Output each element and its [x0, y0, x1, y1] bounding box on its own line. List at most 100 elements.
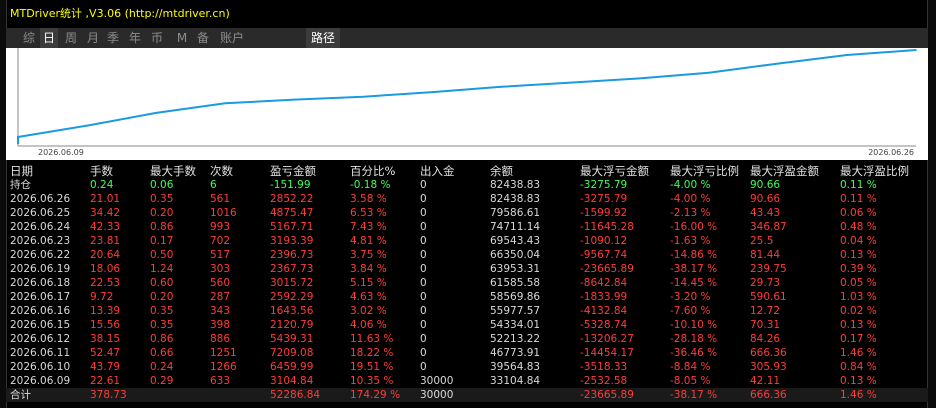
tab-10[interactable]: 路径 — [306, 28, 340, 48]
table-cell: 63953.31 — [490, 263, 541, 275]
table-cell: 52.47 — [90, 347, 121, 359]
table-cell: -4132.84 — [580, 305, 628, 317]
table-cell: -23665.89 — [580, 389, 634, 401]
table-cell: 0.24 — [90, 179, 114, 191]
table-cell: 54334.01 — [490, 319, 541, 331]
table-cell: 66350.04 — [490, 249, 541, 261]
table-cell: 15.56 — [90, 319, 121, 331]
table-cell: 0.86 — [150, 221, 174, 233]
table-cell: 合计 — [10, 389, 31, 401]
column-header[interactable]: 余额 — [490, 164, 513, 178]
equity-point-13 — [915, 49, 917, 51]
chart-end-date: 2026.06.26 — [868, 148, 914, 157]
table-cell: -11645.28 — [580, 221, 634, 233]
table-cell: 287 — [210, 291, 231, 303]
table-cell: 6 — [210, 179, 217, 191]
table-cell: 0 — [420, 221, 427, 233]
table-cell: 0.06 — [150, 179, 174, 191]
table-cell: -23665.89 — [580, 263, 634, 275]
column-header[interactable]: 最大浮亏金额 — [580, 164, 649, 178]
table-cell: -1833.99 — [580, 291, 628, 303]
chart-start-date: 2026.06.09 — [38, 148, 84, 157]
table-cell: 43.79 — [90, 361, 121, 373]
table-row[interactable]: 2026.06.25 34.42 0.20 1016 4875.47 6.53 % 0 795… — [6, 206, 928, 220]
tab-9[interactable]: 账户 — [216, 28, 248, 48]
table-row[interactable]: 2026.06.23 23.81 0.17 702 3193.39 4.81 % 0 6954… — [6, 234, 928, 248]
column-header[interactable]: 最大手数 — [150, 164, 196, 178]
table-row[interactable]: 2026.06.22 20.64 0.50 517 2396.73 3.75 % 0 6635… — [6, 248, 928, 262]
table-cell: 4.06 % — [350, 319, 387, 331]
tab-2[interactable]: 周 — [62, 28, 80, 48]
table-cell: 5.15 % — [350, 277, 387, 289]
equity-curve-svg: 2026.06.09 2026.06.26 — [17, 48, 917, 157]
table-cell: 0 — [420, 361, 427, 373]
table-row[interactable]: 2026.06.26 21.01 0.35 561 2852.22 3.58 % 0 8243… — [6, 192, 928, 206]
table-row[interactable]: 2026.06.11 52.47 0.66 1251 7209.08 18.22 % 0 46… — [6, 346, 928, 360]
table-row[interactable]: 2026.06.10 43.79 0.24 1266 6459.99 19.51 % 0 39… — [6, 360, 928, 374]
table-cell: 4.81 % — [350, 235, 387, 247]
table-cell: 561 — [210, 193, 231, 205]
column-header[interactable]: 最大浮盈比例 — [840, 164, 909, 178]
table-row[interactable]: 2026.06.17 9.72 0.20 287 2592.29 4.63 % 0 58569… — [6, 290, 928, 304]
table-cell: 29.73 — [750, 277, 781, 289]
summary-row[interactable]: 合计 378.73 52286.84 174.29 % 30000 -23665.89 -3… — [6, 388, 928, 402]
equity-point-0 — [17, 136, 19, 138]
table-cell: 993 — [210, 221, 231, 233]
equity-point-12 — [846, 54, 848, 56]
tab-6[interactable]: 币 — [148, 28, 166, 48]
table-row[interactable]: 2026.06.09 22.61 0.29 633 3104.84 10.35 % 3000… — [6, 374, 928, 388]
table-cell: -4.00 % — [670, 193, 711, 205]
stats-window: MTDriver统计 ,V3.06 (http://mtdriver.cn) 综… — [0, 0, 936, 408]
column-header[interactable]: 最大浮盈金额 — [750, 164, 819, 178]
table-cell: 2367.73 — [270, 263, 314, 275]
table-cell: 0.35 — [150, 319, 174, 331]
table-row[interactable]: 2026.06.15 15.56 0.35 398 2120.79 4.06 % 0 5433… — [6, 318, 928, 332]
table-cell: 9.72 — [90, 291, 114, 303]
column-header[interactable]: 日期 — [10, 164, 33, 178]
tab-1[interactable]: 日 — [40, 28, 58, 48]
tab-3[interactable]: 月 — [84, 28, 102, 48]
table-row[interactable]: 2026.06.18 22.53 0.60 560 3015.72 5.15 % 0 6158… — [6, 276, 928, 290]
table-cell: 22.53 — [90, 277, 121, 289]
column-header[interactable]: 最大浮亏比例 — [670, 164, 739, 178]
equity-point-6 — [431, 91, 434, 93]
table-cell: 58569.86 — [490, 291, 541, 303]
column-header[interactable]: 出入金 — [420, 164, 455, 178]
table-cell: 0.05 % — [840, 277, 877, 289]
table-cell: 20.64 — [90, 249, 121, 261]
table-cell: -5328.74 — [580, 319, 628, 331]
column-header[interactable]: 次数 — [210, 164, 233, 178]
table-cell: -3.20 % — [670, 291, 711, 303]
column-header[interactable]: 盈亏金额 — [270, 164, 316, 178]
table-cell: 517 — [210, 249, 231, 261]
tab-5[interactable]: 年 — [126, 28, 144, 48]
tab-7[interactable]: M — [174, 28, 190, 48]
table-cell: -0.18 % — [350, 179, 391, 191]
table-cell: -2.13 % — [670, 207, 711, 219]
table-cell: 10.35 % — [350, 375, 394, 387]
table-cell: 52213.22 — [490, 333, 541, 345]
table-cell: 2026.06.23 — [10, 235, 71, 247]
equity-point-5 — [362, 95, 365, 98]
tab-8[interactable]: 备 — [194, 28, 212, 48]
table-cell: 346.87 — [750, 221, 787, 233]
table-cell: 343 — [210, 305, 231, 317]
table-cell: 2026.06.12 — [10, 333, 71, 345]
table-cell: 39564.83 — [490, 361, 541, 373]
tab-0[interactable]: 综 — [20, 28, 38, 48]
table-cell: 74711.14 — [490, 221, 541, 233]
table-row[interactable]: 持仓 0.24 0.06 6 -151.99 -0.18 % 0 82438.83 -3275.… — [6, 178, 928, 192]
table-cell: 0 — [420, 207, 427, 219]
tab-4[interactable]: 季 — [104, 28, 122, 48]
table-row[interactable]: 2026.06.24 42.33 0.86 993 5167.71 7.43 % 0 7471… — [6, 220, 928, 234]
table-cell: 0 — [420, 319, 427, 331]
table-row[interactable]: 2026.06.12 38.15 0.86 886 5439.31 11.63 % 0 522… — [6, 332, 928, 346]
table-header-row: 日期 手数 最大手数 次数 盈亏金额 百分比% 出入金 余额 最大浮亏金额 最大浮亏比例 最大浮盈金… — [6, 164, 928, 178]
column-header[interactable]: 手数 — [90, 164, 113, 178]
table-row[interactable]: 2026.06.16 13.39 0.35 343 1643.56 3.02 % 0 5597… — [6, 304, 928, 318]
table-cell: 42.11 — [750, 375, 781, 387]
table-cell: 21.01 — [90, 193, 121, 205]
column-header[interactable]: 百分比% — [350, 164, 395, 178]
table-row[interactable]: 2026.06.19 18.06 1.24 303 2367.73 3.84 % 0 6395… — [6, 262, 928, 276]
table-cell: 3015.72 — [270, 277, 314, 289]
